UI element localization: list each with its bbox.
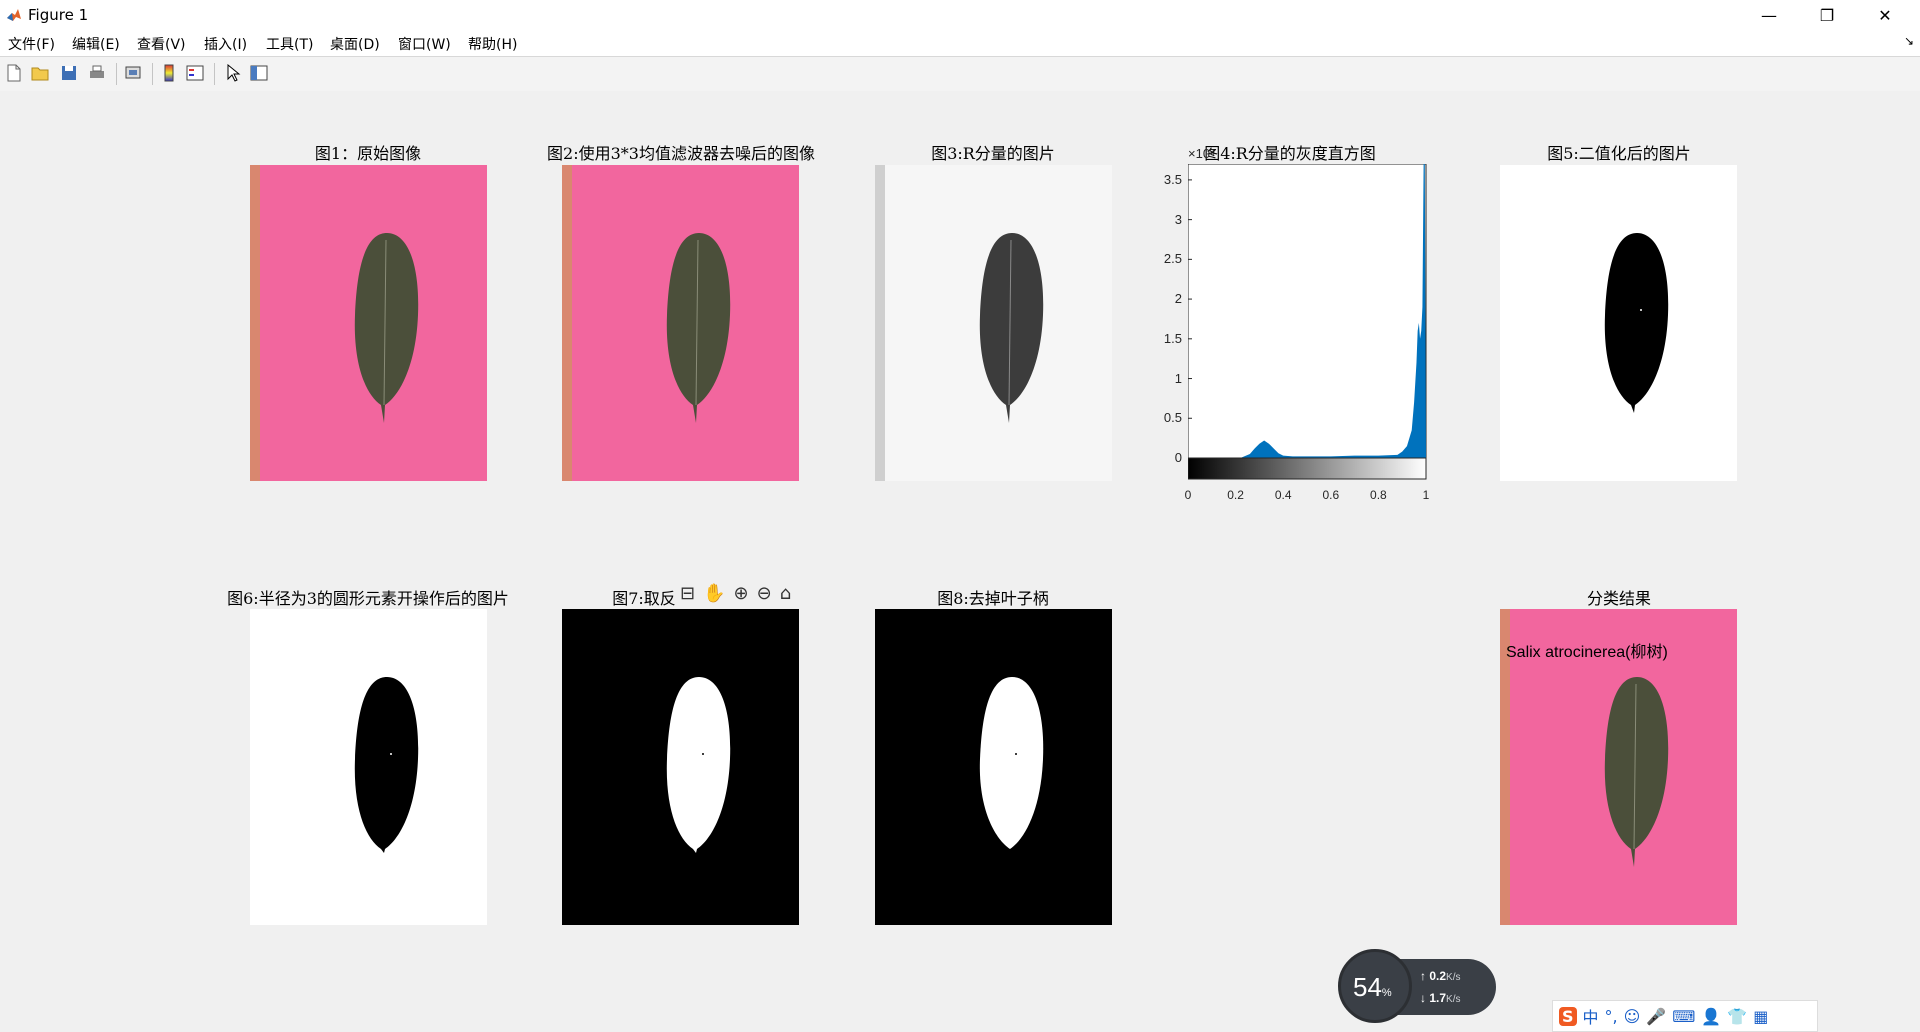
legend-icon[interactable] — [186, 64, 204, 82]
download-value: 1.7 — [1429, 991, 1447, 1005]
y-tick-label: 1 — [1174, 370, 1182, 386]
print-preview-icon[interactable] — [124, 64, 142, 82]
ime-toolbar: S 中 °, ☺ 🎤 ⌨ 👤 👕 ▦ — [1552, 1000, 1818, 1032]
sogou-logo-icon[interactable]: S — [1559, 1006, 1577, 1026]
export-icon[interactable]: ⊟ — [680, 583, 695, 604]
y-tick-label: 2.5 — [1163, 251, 1182, 267]
x-tick-label: 0.6 — [1322, 488, 1340, 502]
filtered-image — [562, 165, 799, 481]
panel-6-title: 图6:半径为3的圆形元素开操作后的图片 — [227, 589, 509, 608]
new-figure-icon[interactable] — [5, 64, 23, 82]
stem-removed-image — [875, 609, 1112, 925]
menu-file[interactable]: 文件(F) — [8, 34, 55, 54]
panel-4-title: 图4:R分量的灰度直方图 — [1204, 144, 1376, 163]
x-tick-label: 0.2 — [1227, 488, 1244, 502]
histogram-plot-area — [1188, 164, 1427, 459]
save-icon[interactable] — [60, 64, 78, 82]
opened-image — [250, 609, 487, 925]
upload-unit: K/s — [1446, 972, 1461, 983]
colorbar-icon[interactable] — [160, 64, 178, 82]
mic-icon[interactable]: 🎤 — [1646, 1007, 1666, 1026]
restore-icon: ❐ — [1819, 5, 1835, 25]
menu-insert[interactable]: 插入(I) — [204, 34, 247, 54]
panel-7-title: 图7:取反 — [612, 589, 676, 608]
menu-overflow-icon[interactable]: ↘ — [1904, 34, 1914, 48]
usage-gauge: 54% — [1338, 949, 1412, 1023]
ime-language-toggle[interactable]: 中 — [1583, 1004, 1599, 1028]
pan-hand-icon[interactable]: ✋ — [703, 583, 725, 604]
network-monitor-widget[interactable]: ↑ 0.2K/s ↓ 1.7K/s 54% — [1338, 949, 1496, 1023]
x-tick-label: 0.4 — [1274, 488, 1292, 502]
panel-9-title: 分类结果 — [1586, 589, 1652, 608]
grayscale-colorbar — [1188, 457, 1427, 480]
upload-speed: ↑ 0.2K/s — [1420, 969, 1461, 983]
keyboard-icon[interactable]: ⌨ — [1672, 1007, 1695, 1026]
y-tick-label: 0.5 — [1163, 410, 1182, 426]
toolbar-separator — [214, 63, 215, 85]
y-tick-label: 0 — [1174, 450, 1182, 465]
title-bar: Figure 1 — ❐ ✕ — [0, 0, 1920, 30]
zoom-out-icon[interactable]: ⊖ — [757, 583, 772, 604]
pointer-icon[interactable] — [224, 64, 242, 82]
minimize-icon: — — [1761, 5, 1777, 25]
y-tick-label: 2 — [1174, 291, 1182, 307]
menu-window[interactable]: 窗口(W) — [398, 34, 451, 54]
x-tick-label: 0 — [1184, 488, 1192, 502]
r-channel-image — [875, 165, 1112, 481]
restore-button[interactable]: ❐ — [1798, 0, 1856, 30]
panel-8-title: 图8:去掉叶子柄 — [937, 589, 1049, 608]
menu-edit[interactable]: 编辑(E) — [72, 34, 120, 54]
menu-tools[interactable]: 工具(T) — [266, 34, 313, 54]
ime-punctuation-toggle[interactable]: °, — [1605, 1007, 1618, 1026]
toolbar-separator — [116, 63, 117, 85]
grid-icon[interactable]: ▦ — [1753, 1007, 1768, 1026]
print-icon[interactable] — [88, 64, 106, 82]
y-exponent-label: ×10⁴ — [1188, 146, 1216, 161]
open-file-icon[interactable] — [31, 64, 49, 82]
matlab-logo-icon — [6, 7, 22, 23]
x-tick-label: 1 — [1422, 488, 1430, 502]
download-speed: ↓ 1.7K/s — [1420, 991, 1461, 1005]
y-tick-label: 3.5 — [1163, 171, 1182, 187]
x-tick-label: 0.8 — [1370, 488, 1387, 502]
menu-help[interactable]: 帮助(H) — [468, 34, 517, 54]
window-title: Figure 1 — [28, 6, 89, 24]
usage-percent: 54% — [1353, 972, 1392, 1003]
original-image — [250, 165, 487, 481]
menu-desktop[interactable]: 桌面(D) — [330, 34, 380, 54]
panel-1-title: 图1：原始图像 — [314, 144, 422, 163]
emoji-icon[interactable]: ☺ — [1624, 1007, 1641, 1026]
property-editor-icon[interactable] — [250, 64, 268, 82]
y-tick-label: 3 — [1174, 211, 1182, 227]
figure-toolbar — [0, 56, 1920, 92]
download-unit: K/s — [1446, 994, 1461, 1005]
user-icon[interactable]: 👤 — [1701, 1007, 1721, 1026]
toolbar-separator — [152, 63, 153, 85]
upload-value: 0.2 — [1429, 969, 1447, 983]
close-button[interactable]: ✕ — [1856, 0, 1914, 30]
usage-value: 54 — [1353, 972, 1382, 1002]
classification-label: Salix atrocinerea(柳树) — [1506, 644, 1668, 661]
menu-view[interactable]: 查看(V) — [137, 34, 186, 54]
shirt-icon[interactable]: 👕 — [1727, 1007, 1747, 1026]
speed-panel: ↑ 0.2K/s ↓ 1.7K/s — [1398, 959, 1496, 1015]
binary-image — [1500, 165, 1737, 481]
panel-2-title: 图2:使用3*3均值滤波器去噪后的图像 — [547, 144, 815, 163]
home-icon[interactable]: ⌂ — [780, 583, 791, 604]
axes-toolbar: ⊟ ✋ ⊕ ⊖ ⌂ — [680, 583, 791, 604]
menu-bar: 文件(F) 编辑(E) 查看(V) 插入(I) 工具(T) 桌面(D) 窗口(W… — [0, 30, 1920, 56]
minimize-button[interactable]: — — [1740, 0, 1798, 30]
close-icon: ✕ — [1878, 5, 1892, 25]
y-tick-label: 1.5 — [1163, 330, 1182, 346]
histogram-chart — [1188, 164, 1427, 480]
panel-3-title: 图3:R分量的图片 — [931, 144, 1055, 163]
zoom-in-icon[interactable]: ⊕ — [734, 583, 749, 604]
inverted-image — [562, 609, 799, 925]
usage-unit: % — [1381, 987, 1392, 999]
panel-5-title: 图5:二值化后的图片 — [1547, 144, 1691, 163]
